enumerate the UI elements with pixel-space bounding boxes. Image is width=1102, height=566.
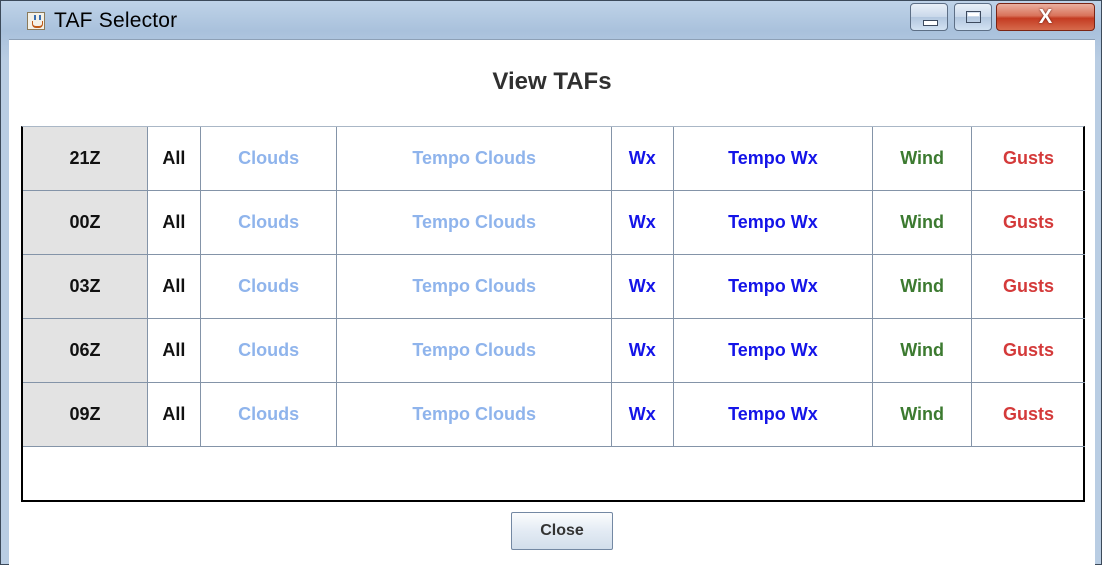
gusts-button[interactable]: Gusts bbox=[971, 254, 1085, 319]
taf-table: 21Z All Clouds Tempo Clouds Wx Tempo Wx … bbox=[23, 127, 1085, 447]
title-bar[interactable]: TAF Selector X bbox=[1, 1, 1101, 39]
tempo-wx-button[interactable]: Tempo Wx bbox=[672, 190, 874, 255]
tempo-clouds-button[interactable]: Tempo Clouds bbox=[336, 127, 612, 191]
tempo-wx-button[interactable]: Tempo Wx bbox=[672, 318, 874, 383]
wx-button[interactable]: Wx bbox=[610, 318, 674, 383]
tempo-clouds-button[interactable]: Tempo Clouds bbox=[336, 382, 612, 447]
gusts-button[interactable]: Gusts bbox=[971, 382, 1085, 447]
time-label: 06Z bbox=[23, 318, 148, 383]
clouds-button[interactable]: Clouds bbox=[199, 382, 338, 447]
table-row: 00Z All Clouds Tempo Clouds Wx Tempo Wx … bbox=[23, 190, 1085, 255]
clouds-button[interactable]: Clouds bbox=[199, 254, 338, 319]
all-button[interactable]: All bbox=[147, 190, 201, 255]
tempo-clouds-button[interactable]: Tempo Clouds bbox=[336, 254, 612, 319]
wx-button[interactable]: Wx bbox=[610, 127, 674, 191]
window-close-button[interactable]: X bbox=[996, 3, 1095, 31]
wind-button[interactable]: Wind bbox=[872, 382, 972, 447]
time-label: 00Z bbox=[23, 190, 148, 255]
tempo-clouds-button[interactable]: Tempo Clouds bbox=[336, 190, 612, 255]
time-label: 21Z bbox=[23, 127, 148, 191]
tempo-wx-button[interactable]: Tempo Wx bbox=[672, 382, 874, 447]
tempo-clouds-button[interactable]: Tempo Clouds bbox=[336, 318, 612, 383]
minimize-icon bbox=[923, 20, 938, 26]
maximize-button[interactable] bbox=[954, 3, 992, 31]
minimize-button[interactable] bbox=[910, 3, 948, 31]
dialog-content: View TAFs 21Z All Clouds Tempo Clouds Wx… bbox=[9, 39, 1095, 566]
time-label: 03Z bbox=[23, 254, 148, 319]
wx-button[interactable]: Wx bbox=[610, 382, 674, 447]
wind-button[interactable]: Wind bbox=[872, 254, 972, 319]
table-row: 09Z All Clouds Tempo Clouds Wx Tempo Wx … bbox=[23, 382, 1085, 447]
all-button[interactable]: All bbox=[147, 254, 201, 319]
clouds-button[interactable]: Clouds bbox=[199, 190, 338, 255]
java-app-icon bbox=[27, 12, 45, 30]
wind-button[interactable]: Wind bbox=[872, 190, 972, 255]
taf-table-panel: 21Z All Clouds Tempo Clouds Wx Tempo Wx … bbox=[21, 126, 1085, 502]
clouds-button[interactable]: Clouds bbox=[199, 127, 338, 191]
gusts-button[interactable]: Gusts bbox=[971, 318, 1085, 383]
all-button[interactable]: All bbox=[147, 318, 201, 383]
gusts-button[interactable]: Gusts bbox=[971, 190, 1085, 255]
table-row: 21Z All Clouds Tempo Clouds Wx Tempo Wx … bbox=[23, 127, 1085, 191]
table-row: 03Z All Clouds Tempo Clouds Wx Tempo Wx … bbox=[23, 254, 1085, 319]
wind-button[interactable]: Wind bbox=[872, 318, 972, 383]
tempo-wx-button[interactable]: Tempo Wx bbox=[672, 254, 874, 319]
close-button[interactable]: Close bbox=[511, 512, 613, 550]
all-button[interactable]: All bbox=[147, 382, 201, 447]
close-icon: X bbox=[1038, 6, 1053, 28]
wind-button[interactable]: Wind bbox=[872, 127, 972, 191]
taf-selector-window: TAF Selector X View TAFs 21Z All Clouds … bbox=[0, 0, 1102, 566]
gusts-button[interactable]: Gusts bbox=[971, 127, 1085, 191]
time-label: 09Z bbox=[23, 382, 148, 447]
page-title: View TAFs bbox=[492, 68, 612, 95]
table-row: 06Z All Clouds Tempo Clouds Wx Tempo Wx … bbox=[23, 318, 1085, 383]
all-button[interactable]: All bbox=[147, 127, 201, 191]
tempo-wx-button[interactable]: Tempo Wx bbox=[672, 127, 874, 191]
clouds-button[interactable]: Clouds bbox=[199, 318, 338, 383]
wx-button[interactable]: Wx bbox=[610, 190, 674, 255]
maximize-icon bbox=[966, 11, 981, 23]
wx-button[interactable]: Wx bbox=[610, 254, 674, 319]
window-title: TAF Selector bbox=[54, 9, 178, 32]
